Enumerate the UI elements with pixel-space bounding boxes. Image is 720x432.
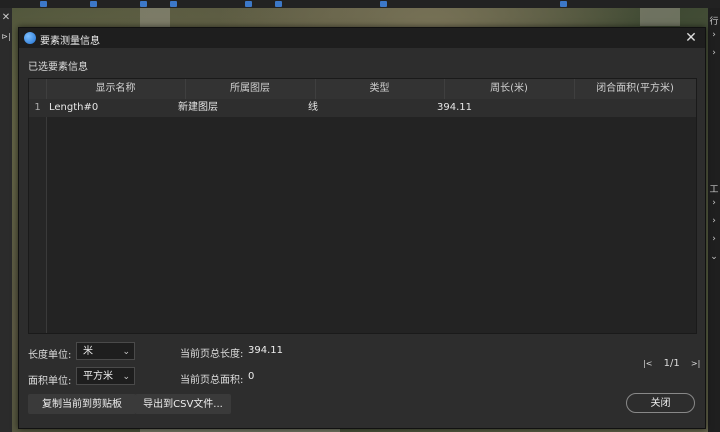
pagination: |< 1/1 >|	[643, 358, 700, 369]
toolbar-tool-icon[interactable]	[380, 1, 387, 7]
column-header-name[interactable]: 显示名称	[46, 79, 186, 99]
length-unit-select[interactable]: 米 ⌄	[76, 342, 135, 360]
feature-table: 显示名称 所属图层 类型 周长(米) 闭合面积(平方米) 1 Length#0 …	[28, 78, 697, 334]
cell-perimeter: 394.11	[437, 102, 472, 113]
dialog-titlebar[interactable]: 要素测量信息 ✕	[19, 28, 705, 48]
map-feature	[640, 8, 680, 26]
table-row[interactable]: 1 Length#0 新建图层 线 394.11	[29, 99, 696, 117]
copy-to-clipboard-button[interactable]: 复制当前到剪贴板	[28, 394, 136, 414]
row-number-column	[29, 99, 47, 333]
dialog-title: 要素测量信息	[40, 36, 100, 47]
length-unit-value: 米	[83, 346, 93, 357]
export-csv-button[interactable]: 导出到CSV文件...	[135, 394, 231, 414]
right-panel: 行 › › 工 › › › ⌄	[708, 8, 720, 432]
close-icon[interactable]: ✕	[1, 12, 11, 23]
chevron-right-icon[interactable]: ›	[708, 234, 720, 244]
close-icon[interactable]: ✕	[683, 29, 699, 47]
toolbar-tool-icon[interactable]	[560, 1, 567, 7]
last-page-button[interactable]: >|	[691, 359, 700, 368]
panel-tab-label[interactable]: 行	[708, 14, 720, 27]
left-panel: ✕ ⊳|	[0, 8, 12, 432]
area-unit-label: 面积单位:	[28, 376, 72, 387]
chevron-right-icon[interactable]: ›	[708, 198, 720, 208]
chevron-right-icon[interactable]: ›	[708, 48, 720, 58]
column-header-perimeter[interactable]: 周长(米)	[444, 79, 575, 99]
total-length-value: 394.11	[248, 345, 283, 356]
measure-dialog: 要素测量信息 ✕ 已选要素信息 显示名称 所属图层 类型 周长(米) 闭合面积(…	[18, 27, 706, 429]
toolbar-tool-icon[interactable]	[40, 1, 47, 7]
column-header-area[interactable]: 闭合面积(平方米)	[574, 79, 696, 99]
toolbar-tool-icon[interactable]	[275, 1, 282, 7]
close-button[interactable]: 关闭	[626, 393, 695, 413]
chevron-down-icon: ⌄	[122, 347, 130, 357]
header-rownum	[29, 79, 47, 99]
chevron-down-icon[interactable]: ⌄	[708, 252, 720, 262]
cell-layer: 新建图层	[178, 102, 218, 113]
table-header: 显示名称 所属图层 类型 周长(米) 闭合面积(平方米)	[29, 79, 696, 100]
total-area-label: 当前页总面积:	[180, 375, 244, 386]
cell-type: 线	[308, 102, 318, 113]
first-page-button[interactable]: |<	[643, 359, 652, 368]
length-unit-label: 长度单位:	[28, 350, 72, 361]
total-area-value: 0	[248, 371, 255, 382]
toolbar-tool-icon[interactable]	[90, 1, 97, 7]
area-unit-value: 平方米	[83, 371, 113, 382]
toolbar-tool-icon[interactable]	[245, 1, 252, 7]
area-unit-select[interactable]: 平方米 ⌄	[76, 367, 135, 385]
app-logo-icon	[24, 32, 36, 44]
toolbar	[0, 0, 720, 8]
section-label: 已选要素信息	[28, 62, 88, 73]
page-indicator: 1/1	[663, 358, 680, 369]
panel-tab-label[interactable]: 工	[708, 182, 720, 195]
toolbar-tool-icon[interactable]	[140, 1, 147, 7]
column-header-layer[interactable]: 所属图层	[185, 79, 316, 99]
expand-arrow-icon[interactable]: ⊳|	[1, 32, 11, 41]
chevron-right-icon[interactable]: ›	[708, 216, 720, 226]
cell-name: Length#0	[49, 102, 99, 113]
chevron-right-icon[interactable]: ›	[708, 30, 720, 40]
column-header-type[interactable]: 类型	[315, 79, 445, 99]
toolbar-tool-icon[interactable]	[170, 1, 177, 7]
map-feature	[140, 8, 170, 28]
row-number: 1	[34, 102, 41, 113]
cell-area	[567, 99, 689, 117]
chevron-down-icon: ⌄	[122, 372, 130, 382]
total-length-label: 当前页总长度:	[180, 349, 244, 360]
